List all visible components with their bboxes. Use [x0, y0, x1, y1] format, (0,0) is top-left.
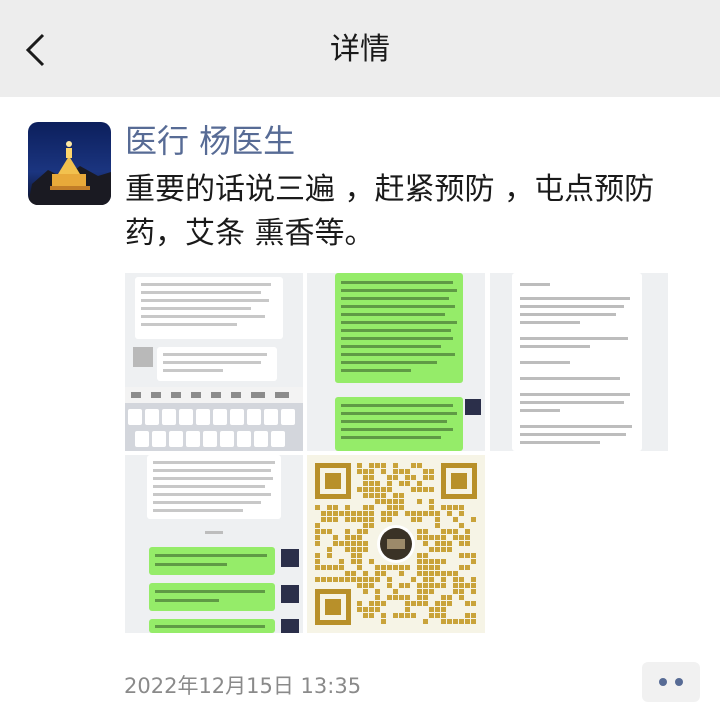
post-image-5-qr-code[interactable] [307, 455, 485, 633]
more-dots-icon [659, 678, 667, 686]
author-name[interactable]: 医行 杨医生 [125, 120, 295, 162]
post-image-1[interactable] [125, 273, 303, 451]
post-image-4[interactable] [125, 455, 303, 633]
page-title: 详情 [330, 32, 390, 67]
more-button[interactable] [642, 662, 700, 702]
top-bar: 详情 [0, 0, 720, 97]
post-timestamp: 2022年12月15日 13:35 [124, 674, 362, 698]
post-image-3[interactable] [490, 273, 668, 451]
post-text: 重要的话说三遍 ，赶紧预防 ，屯点预防 药，艾条 熏香等。 [125, 172, 655, 251]
post-image-2[interactable] [307, 273, 485, 451]
avatar[interactable] [28, 122, 111, 205]
